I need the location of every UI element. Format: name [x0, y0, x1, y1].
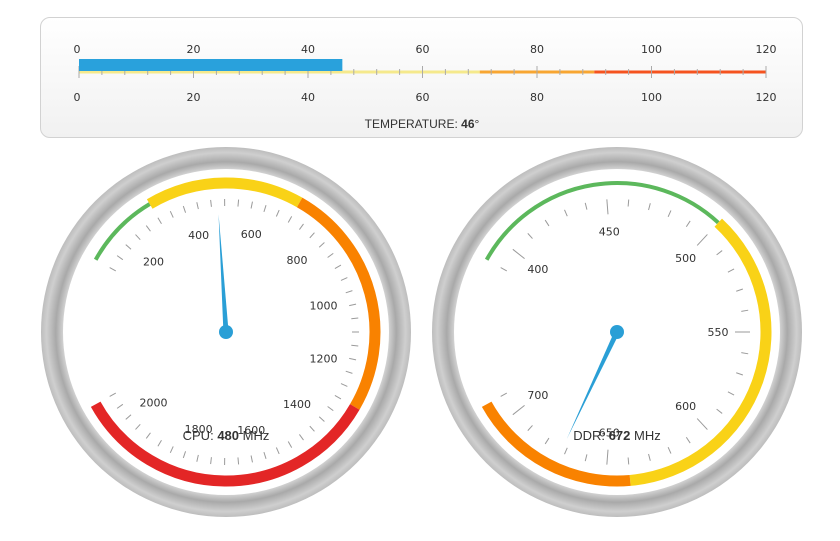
temperature-tick-label-bottom: 40	[301, 91, 315, 104]
ddr-label: DDR:	[573, 428, 605, 443]
cpu-gauge-tick-label: 600	[241, 228, 262, 241]
temperature-tick-label-bottom: 80	[530, 91, 544, 104]
ddr-unit: MHz	[634, 428, 661, 443]
cpu-gauge-tick-label: 800	[287, 254, 308, 267]
temperature-tick-label-top: 80	[530, 43, 544, 56]
cpu-gauge-tick-label: 400	[188, 229, 209, 242]
temperature-tick-label-top: 0	[74, 43, 81, 56]
temperature-tick-label-top: 60	[416, 43, 430, 56]
ddr-gauge-tick-label: 600	[675, 400, 696, 413]
temperature-tick-label-bottom: 20	[187, 91, 201, 104]
temperature-tick-label-top: 120	[756, 43, 777, 56]
cpu-gauge-tick-label: 2000	[139, 396, 167, 409]
ddr-gauge-needle-hub	[610, 325, 624, 339]
temperature-bar	[79, 59, 343, 71]
ddr-caption: DDR: 672 MHz	[573, 428, 660, 443]
cpu-gauge-tick-label: 1400	[283, 398, 311, 411]
ddr-value: 672	[609, 428, 631, 443]
temperature-unit: °	[475, 117, 480, 131]
cpu-unit: MHz	[243, 428, 270, 443]
temperature-label: TEMPERATURE:	[365, 117, 458, 131]
temperature-tick-label-top: 40	[301, 43, 315, 56]
ddr-gauge-tick-label: 500	[675, 252, 696, 265]
cpu-label: CPU:	[183, 428, 214, 443]
cpu-gauge-tick-label: 1200	[310, 352, 338, 365]
temperature-value: 46	[461, 117, 475, 131]
ddr-gauge-minor-tick	[627, 199, 630, 207]
temperature-tick-label-bottom: 100	[641, 91, 662, 104]
ddr-gauge-tick-label: 700	[527, 389, 548, 402]
temperature-tick-label-top: 20	[187, 43, 201, 56]
cpu-caption: CPU: 480 MHz	[183, 428, 270, 443]
temperature-tick-label-bottom: 60	[416, 91, 430, 104]
cpu-gauge-tick-label: 200	[143, 256, 164, 269]
cpu-gauge-tick-label: 1000	[310, 300, 338, 313]
ddr-gauge-tick-label: 400	[527, 263, 548, 276]
temperature-tick-label-top: 100	[641, 43, 662, 56]
cpu-value: 480	[217, 428, 239, 443]
cpu-gauge-minor-tick	[237, 457, 240, 465]
cpu-gauge-minor-tick	[237, 199, 240, 207]
cpu-gauge-needle-hub	[219, 325, 233, 339]
ddr-gauge-tick-label: 450	[599, 225, 620, 238]
temperature-caption: TEMPERATURE: 46°	[365, 117, 480, 131]
temperature-tick-label-bottom: 0	[74, 91, 81, 104]
ddr-gauge-tick-label: 550	[708, 326, 729, 339]
temperature-tick-label-bottom: 120	[756, 91, 777, 104]
ddr-gauge-minor-tick	[627, 457, 630, 465]
gauges-chart: 0 0 20 20 40 40 60 60 80 80 100 100 120 120 200 400 600 8…	[41, 43, 802, 517]
